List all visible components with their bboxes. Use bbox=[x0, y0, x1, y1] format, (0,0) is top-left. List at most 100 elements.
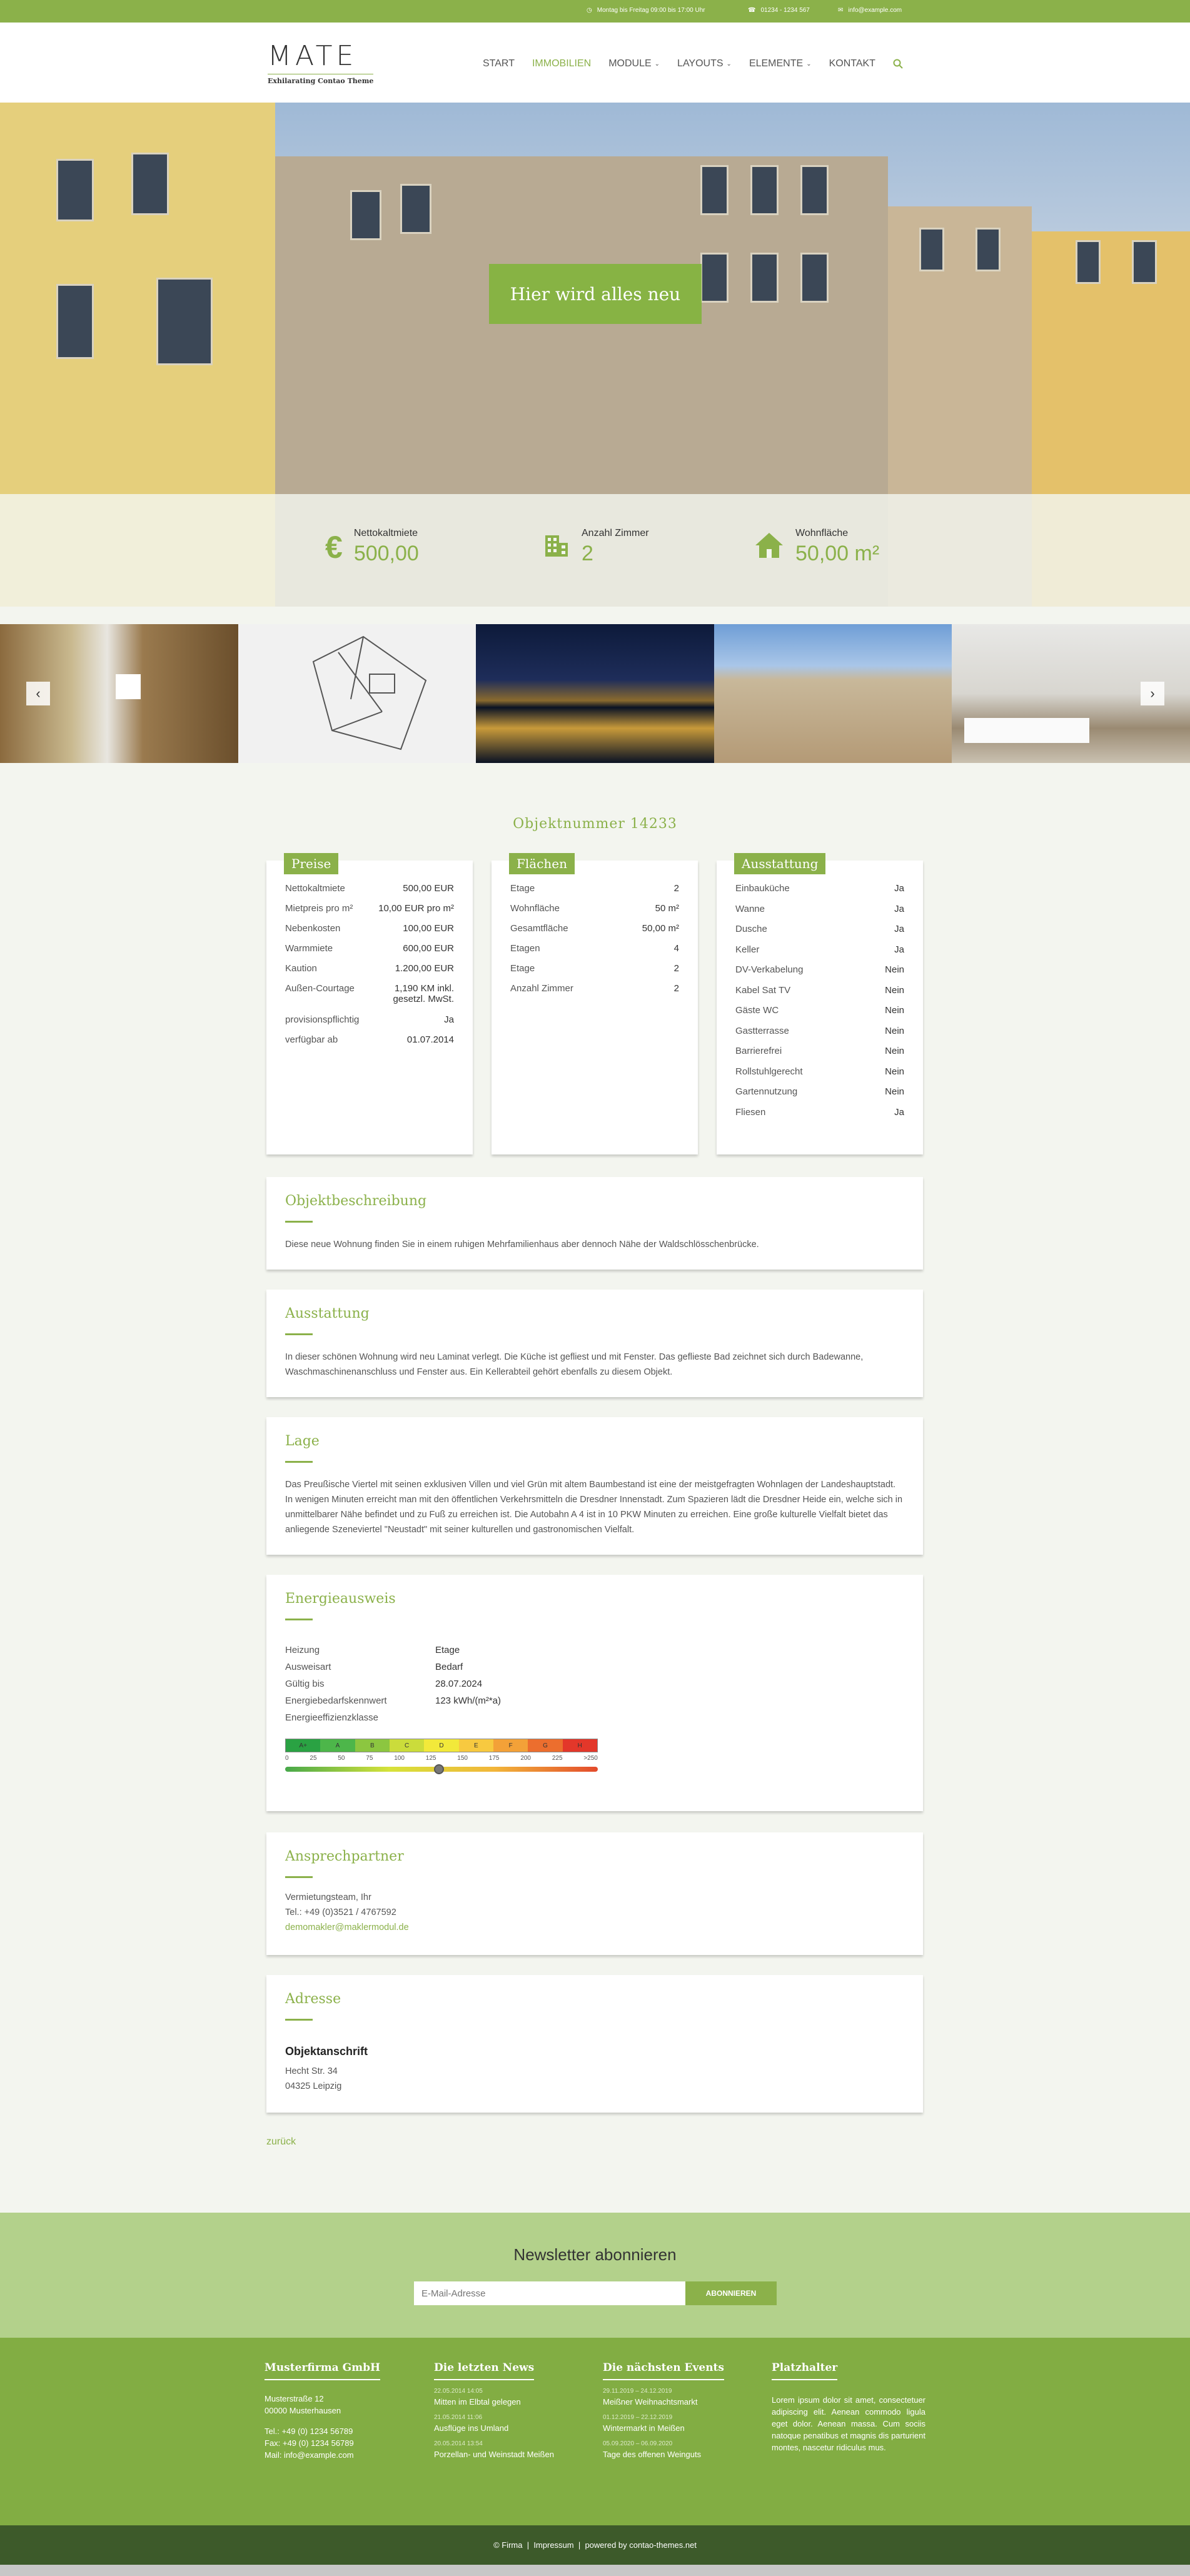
row-value: Nein bbox=[885, 1066, 904, 1077]
row-label: Warmmiete bbox=[285, 943, 333, 954]
nav-item-layouts[interactable]: LAYOUTS ⌄ bbox=[677, 58, 732, 69]
energy-label: Heizung bbox=[285, 1645, 320, 1655]
opening-hours-text: Montag bis Freitag 09:00 bis 17:00 Uhr bbox=[597, 7, 705, 14]
gallery-prev-button[interactable]: ‹ bbox=[26, 682, 50, 705]
news-link[interactable]: Mitten im Elbtal gelegen bbox=[434, 2397, 584, 2407]
back-link[interactable]: zurück bbox=[266, 2136, 296, 2148]
newsletter-subscribe-button[interactable]: ABONNIEREN bbox=[685, 2281, 777, 2305]
energy-label: Energiebedarfskennwert bbox=[285, 1695, 387, 1706]
news-date: 22.05.2014 14:05 bbox=[434, 2388, 483, 2395]
table-row: Nettokaltmiete 500,00 EUR bbox=[285, 883, 454, 894]
energy-tick: 175 bbox=[488, 1755, 500, 1762]
energy-row: Energiebedarfskennwert 123 kWh/(m²*a) bbox=[285, 1695, 660, 1706]
row-label: Rollstuhlgerecht bbox=[735, 1066, 803, 1077]
fact-value: 50,00 m² bbox=[795, 542, 880, 565]
fact-label: Nettokaltmiete bbox=[353, 528, 418, 538]
table-row: Kabel Sat TV Nein bbox=[735, 985, 904, 996]
chevron-down-icon: ⌄ bbox=[806, 60, 812, 68]
impressum-link[interactable]: Impressum bbox=[533, 2540, 573, 2550]
section-objektbeschreibung: Objektbeschreibung Diese neue Wohnung fi… bbox=[266, 1177, 923, 1270]
row-value: Ja bbox=[894, 1106, 904, 1118]
nav-label[interactable]: MODULE bbox=[608, 58, 651, 69]
table-row: Gartennutzung Nein bbox=[735, 1086, 904, 1097]
row-value: 1.200,00 EUR bbox=[395, 963, 454, 974]
event-link[interactable]: Tage des offenen Weinguts bbox=[603, 2450, 753, 2459]
nav-item-kontakt[interactable]: KONTAKT bbox=[829, 58, 875, 69]
energy-tick: 225 bbox=[552, 1755, 563, 1762]
phone-text[interactable]: 01234 - 1234 567 bbox=[760, 7, 809, 14]
address-heading: Objektanschrift bbox=[285, 2045, 368, 2058]
gallery-image-floorplan[interactable] bbox=[238, 624, 477, 763]
phone[interactable]: ☎ 01234 - 1234 567 bbox=[748, 7, 810, 14]
section-lage: Lage Das Preußische Viertel mit seinen e… bbox=[266, 1417, 923, 1555]
table-row: Einbauküche Ja bbox=[735, 883, 904, 894]
row-label: Gäste WC bbox=[735, 1005, 779, 1016]
powered-by-link[interactable]: powered by contao-themes.net bbox=[585, 2540, 697, 2550]
contact-email-link[interactable]: demomakler@maklermodul.de bbox=[285, 1920, 904, 1935]
nav-label[interactable]: LAYOUTS bbox=[677, 58, 724, 69]
gallery-image-dresden-night[interactable] bbox=[476, 624, 714, 763]
chevron-right-icon[interactable]: › bbox=[1150, 685, 1154, 702]
email-text[interactable]: info@example.com bbox=[848, 7, 902, 14]
gallery-image-buildings[interactable] bbox=[713, 624, 952, 763]
address-block: Objektanschrift Hecht Str. 34 04325 Leip… bbox=[285, 2044, 904, 2094]
energy-label: Ausweisart bbox=[285, 1662, 331, 1672]
logo-subtitle: Exhilarating Contao Theme bbox=[268, 74, 374, 85]
nav-item-immobilien[interactable]: IMMOBILIEN bbox=[532, 58, 591, 69]
copyright-text: © Firma bbox=[493, 2540, 523, 2550]
company-street: Musterstraße 12 bbox=[265, 2394, 324, 2403]
table-row: Rollstuhlgerecht Nein bbox=[735, 1066, 904, 1077]
footer-heading: Die nächsten Events bbox=[603, 2361, 724, 2380]
nav-item-start[interactable]: START bbox=[483, 58, 515, 69]
event-link[interactable]: Wintermarkt in Meißen bbox=[603, 2423, 753, 2433]
object-number: Objektnummer 14233 bbox=[513, 816, 677, 832]
nav-label[interactable]: KONTAKT bbox=[829, 58, 875, 69]
table-row: Etage 2 bbox=[510, 963, 679, 974]
table-row: Außen-Courtage 1,190 KM inkl. gesetzl. Mw… bbox=[285, 983, 454, 1004]
newsletter-email-input[interactable] bbox=[414, 2281, 685, 2305]
event-date: 29.11.2019 – 24.12.2019 bbox=[603, 2388, 672, 2395]
nav-item-elemente[interactable]: ELEMENTE ⌄ bbox=[749, 58, 812, 69]
search-icon[interactable] bbox=[893, 58, 903, 69]
row-label: Wanne bbox=[735, 903, 765, 914]
company-phone: Tel.: +49 (0) 1234 56789 bbox=[265, 2427, 353, 2436]
image-gallery: ‹ › bbox=[0, 624, 1190, 763]
news-date: 20.05.2014 13:54 bbox=[434, 2440, 483, 2447]
table-row: Fliesen Ja bbox=[735, 1107, 904, 1118]
news-date: 21.05.2014 11:06 bbox=[434, 2414, 483, 2421]
gallery-next-button[interactable]: › bbox=[1141, 682, 1164, 705]
nav-label[interactable]: START bbox=[483, 58, 515, 69]
table-row: Nebenkosten 100,00 EUR bbox=[285, 923, 454, 934]
event-link[interactable]: Meißner Weihnachtsmarkt bbox=[603, 2397, 753, 2407]
table-row: Mietpreis pro m² 10,00 EUR pro m² bbox=[285, 903, 454, 914]
logo[interactable]: MATE Exhilarating Contao Theme bbox=[268, 43, 374, 85]
chevron-down-icon: ⌄ bbox=[654, 60, 660, 68]
house-icon bbox=[754, 532, 784, 562]
company-mail[interactable]: Mail: info@example.com bbox=[265, 2450, 415, 2460]
row-label: Fliesen bbox=[735, 1106, 766, 1118]
row-label: Keller bbox=[735, 944, 760, 955]
row-label: Etage bbox=[510, 883, 535, 894]
footer-col-events: Die nächsten Events 29.11.2019 – 24.12.2… bbox=[603, 2361, 753, 2459]
logo-title[interactable]: MATE bbox=[268, 43, 373, 70]
row-value: 4 bbox=[673, 943, 679, 954]
nav-label[interactable]: IMMOBILIEN bbox=[532, 58, 591, 69]
news-link[interactable]: Ausflüge ins Umland bbox=[434, 2423, 584, 2433]
table-row: Dusche Ja bbox=[735, 924, 904, 934]
news-link[interactable]: Porzellan- und Weinstadt Meißen bbox=[434, 2450, 584, 2459]
row-value: Ja bbox=[444, 1014, 454, 1025]
energy-tick: 50 bbox=[338, 1755, 345, 1762]
euro-icon: € bbox=[325, 529, 343, 565]
table-row: Anzahl Zimmer 2 bbox=[510, 983, 679, 994]
energy-row: Energieeffizienzklasse bbox=[285, 1712, 660, 1723]
energy-tick: 0 bbox=[285, 1755, 289, 1762]
chevron-left-icon[interactable]: ‹ bbox=[36, 685, 40, 702]
row-label: Etage bbox=[510, 963, 535, 974]
email[interactable]: ✉ info@example.com bbox=[838, 7, 902, 14]
nav-item-module[interactable]: MODULE ⌄ bbox=[608, 58, 660, 69]
hero-button[interactable]: Hier wird alles neu bbox=[489, 264, 702, 324]
row-value: 2 bbox=[673, 963, 679, 974]
page-scrollbar-area bbox=[0, 2565, 1190, 2576]
section-ausstattung: Ausstattung In dieser schönen Wohnung wi… bbox=[266, 1290, 923, 1397]
nav-label[interactable]: ELEMENTE bbox=[749, 58, 803, 69]
